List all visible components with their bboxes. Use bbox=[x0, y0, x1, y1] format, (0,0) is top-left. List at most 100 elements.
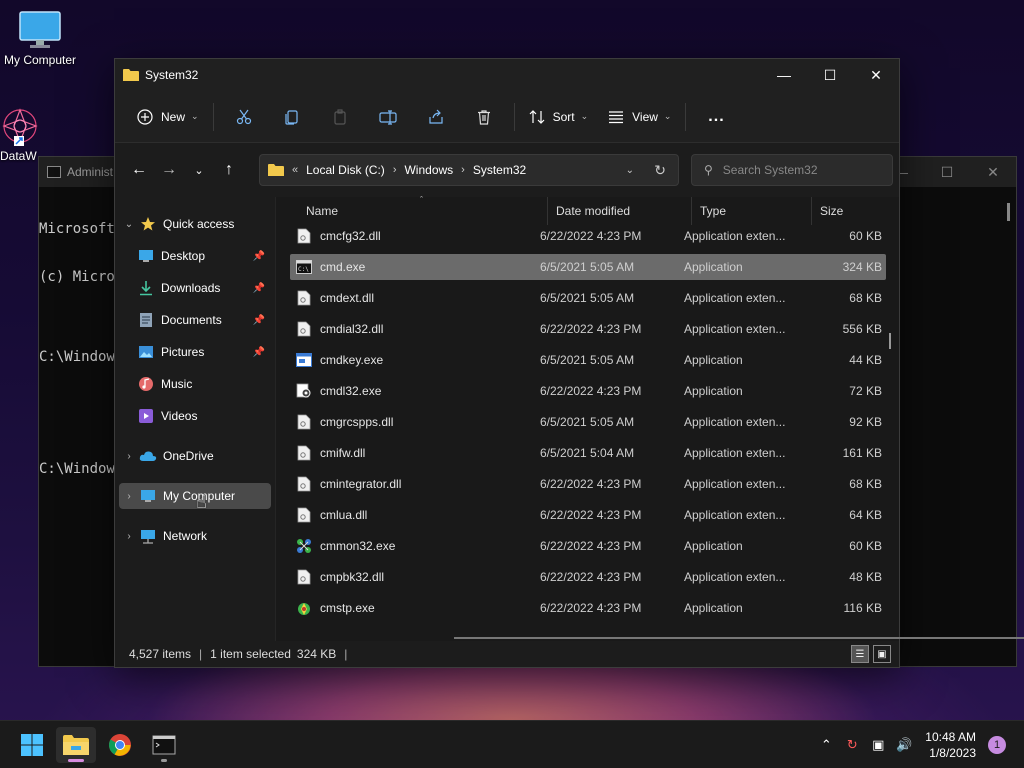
file-row[interactable]: C:\ cmd.exe 6/5/2021 5:05 AM Application 324… bbox=[290, 254, 886, 280]
nav-item-quick-access[interactable]: ⌄ Quick access bbox=[119, 211, 271, 237]
see-more-button[interactable]: ... bbox=[692, 101, 740, 133]
file-row[interactable]: cmcfg32.dll 6/22/2022 4:23 PM Application … bbox=[290, 223, 886, 249]
file-row[interactable]: cmdext.dll 6/5/2021 5:05 AM Application ex… bbox=[290, 285, 886, 311]
maximize-icon[interactable]: ☐ bbox=[807, 59, 853, 91]
rename-button[interactable] bbox=[364, 101, 412, 133]
chevron-right-icon[interactable]: › bbox=[461, 164, 465, 176]
vertical-scrollbar[interactable] bbox=[889, 333, 891, 349]
file-row[interactable]: cmlua.dll 6/22/2022 4:23 PM Application ex… bbox=[290, 502, 886, 528]
nav-item-pictures[interactable]: Pictures 📌 bbox=[137, 339, 271, 365]
recent-locations-button[interactable]: ⌄ bbox=[185, 154, 213, 186]
taskbar-chrome[interactable] bbox=[100, 727, 140, 763]
refresh-icon[interactable]: ↻ bbox=[654, 162, 666, 179]
file-name: cmdial32.dll bbox=[320, 322, 384, 336]
navigation-pane[interactable]: ⌄ Quick access Desktop 📌 Downloads 📌 Doc… bbox=[115, 197, 275, 641]
file-name: cmstp.exe bbox=[320, 601, 375, 615]
explorer-titlebar[interactable]: System32 — ☐ ✕ bbox=[115, 59, 899, 91]
sync-alert-icon[interactable]: ↻ bbox=[839, 737, 865, 753]
nav-item-network[interactable]: › Network bbox=[119, 523, 271, 549]
paste-button[interactable] bbox=[316, 101, 364, 133]
cmd-scrollbar[interactable] bbox=[1007, 203, 1010, 221]
address-dropdown-icon[interactable]: ⌄ bbox=[626, 165, 634, 176]
sort-button[interactable]: Sort ⌄ bbox=[521, 101, 597, 133]
cut-button[interactable] bbox=[220, 101, 268, 133]
minimize-icon[interactable]: — bbox=[761, 59, 807, 91]
file-row[interactable]: cmifw.dll 6/5/2021 5:04 AM Application ext… bbox=[290, 440, 886, 466]
file-row[interactable]: cmstp.exe 6/22/2022 4:23 PM Application 116… bbox=[290, 595, 886, 621]
file-name: cmlua.dll bbox=[320, 508, 368, 522]
file-name-cell: cmintegrator.dll bbox=[296, 476, 401, 492]
pin-icon[interactable]: 📌 bbox=[253, 251, 265, 262]
file-name: cmcfg32.dll bbox=[320, 229, 381, 243]
file-explorer-window[interactable]: System32 — ☐ ✕ New ⌄ Sort ⌄ View ⌄ ... ←… bbox=[114, 58, 1024, 668]
desktop-icon-my-computer[interactable]: My Computer bbox=[0, 10, 80, 67]
clock[interactable]: 10:48 AM 1/8/2023 bbox=[925, 729, 976, 761]
column-label: Type bbox=[700, 204, 727, 218]
file-row[interactable]: cmmon32.exe 6/22/2022 4:23 PM Application 6… bbox=[290, 533, 886, 559]
share-button[interactable] bbox=[412, 101, 460, 133]
tiles-view-icon[interactable]: ▣ bbox=[873, 645, 891, 663]
new-button-label: New bbox=[161, 109, 186, 124]
pin-icon[interactable]: 📌 bbox=[253, 347, 265, 358]
column-header-size[interactable]: Size bbox=[812, 197, 882, 225]
up-button[interactable]: ↑ bbox=[215, 154, 243, 186]
forward-button[interactable]: → bbox=[155, 154, 183, 186]
nav-item-my-computer[interactable]: › My Computer bbox=[119, 483, 271, 509]
notification-badge[interactable]: 1 bbox=[988, 736, 1006, 754]
volume-icon[interactable]: 🔊 bbox=[891, 737, 917, 753]
nav-item-desktop[interactable]: Desktop 📌 bbox=[137, 243, 271, 269]
chevron-right-icon[interactable]: › bbox=[119, 491, 139, 502]
breadcrumb-system32[interactable]: System32 bbox=[473, 163, 526, 177]
taskbar-command-prompt[interactable] bbox=[144, 727, 184, 763]
view-button[interactable]: View ⌄ bbox=[600, 101, 679, 133]
chevron-right-icon[interactable]: › bbox=[119, 531, 139, 542]
maximize-icon[interactable]: ☐ bbox=[924, 157, 970, 187]
address-bar[interactable]: « Local Disk (C:) › Windows › System32 ⌄… bbox=[259, 154, 679, 186]
overflow-chevron-icon[interactable]: « bbox=[292, 164, 298, 176]
delete-button[interactable] bbox=[460, 101, 508, 133]
desktop-icon-label: My Computer bbox=[3, 53, 77, 67]
file-row[interactable]: cmdkey.exe 6/5/2021 5:05 AM Application 44 … bbox=[290, 347, 886, 373]
details-view-icon[interactable]: ☰ bbox=[851, 645, 869, 663]
nav-item-documents[interactable]: Documents 📌 bbox=[137, 307, 271, 333]
file-row[interactable]: cmdl32.exe 6/22/2022 4:23 PM Application 72… bbox=[290, 378, 886, 404]
close-icon[interactable]: ✕ bbox=[853, 59, 899, 91]
column-header-type[interactable]: Type bbox=[692, 197, 812, 225]
start-button[interactable] bbox=[12, 727, 52, 763]
chevron-down-icon: ⌄ bbox=[663, 111, 672, 121]
file-list-pane[interactable]: ˆ Name Date modified Type Size cmcfg32.d… bbox=[275, 195, 1024, 641]
nav-item-music[interactable]: Music bbox=[137, 371, 271, 397]
nav-item-downloads[interactable]: Downloads 📌 bbox=[137, 275, 271, 301]
nav-item-videos[interactable]: Videos bbox=[137, 403, 271, 429]
column-header-name[interactable]: Name bbox=[298, 197, 548, 225]
file-row[interactable]: cmdial32.dll 6/22/2022 4:23 PM Application… bbox=[290, 316, 886, 342]
toolbar-divider bbox=[685, 102, 687, 131]
network-icon[interactable]: ▣ bbox=[865, 737, 891, 753]
file-size: 48 KB bbox=[849, 570, 882, 584]
rename-icon bbox=[378, 109, 397, 125]
file-row[interactable]: cmintegrator.dll 6/22/2022 4:23 PM Applica… bbox=[290, 471, 886, 497]
folder-icon bbox=[268, 164, 284, 176]
search-box[interactable]: ⚲ Search System32 bbox=[691, 154, 893, 186]
scissors-icon bbox=[236, 109, 251, 124]
nav-label: Desktop bbox=[161, 249, 206, 263]
pin-icon[interactable]: 📌 bbox=[253, 315, 265, 326]
new-button[interactable]: New ⌄ bbox=[129, 101, 207, 133]
chevron-up-icon[interactable]: ⌃ bbox=[813, 737, 839, 753]
chevron-down-icon[interactable]: ⌄ bbox=[119, 219, 139, 230]
copy-button[interactable] bbox=[268, 101, 316, 133]
back-button[interactable]: ← bbox=[125, 154, 153, 186]
breadcrumb-local-disk[interactable]: Local Disk (C:) bbox=[306, 163, 385, 177]
horizontal-scrollbar[interactable] bbox=[454, 637, 1024, 639]
close-icon[interactable]: ✕ bbox=[970, 157, 1016, 187]
taskbar-file-explorer[interactable] bbox=[56, 727, 96, 763]
file-row[interactable]: cmpbk32.dll 6/22/2022 4:23 PM Application … bbox=[290, 564, 886, 590]
nav-item-onedrive[interactable]: › OneDrive bbox=[119, 443, 271, 469]
chevron-right-icon[interactable]: › bbox=[119, 451, 139, 462]
chevron-right-icon[interactable]: › bbox=[393, 164, 397, 176]
desktop-icon-dataw[interactable]: DataW bbox=[0, 106, 40, 163]
breadcrumb-windows[interactable]: Windows bbox=[404, 163, 453, 177]
pin-icon[interactable]: 📌 bbox=[253, 283, 265, 294]
file-row[interactable]: cmgrcspps.dll 6/5/2021 5:05 AM Application… bbox=[290, 409, 886, 435]
column-header-date[interactable]: Date modified bbox=[548, 197, 692, 225]
